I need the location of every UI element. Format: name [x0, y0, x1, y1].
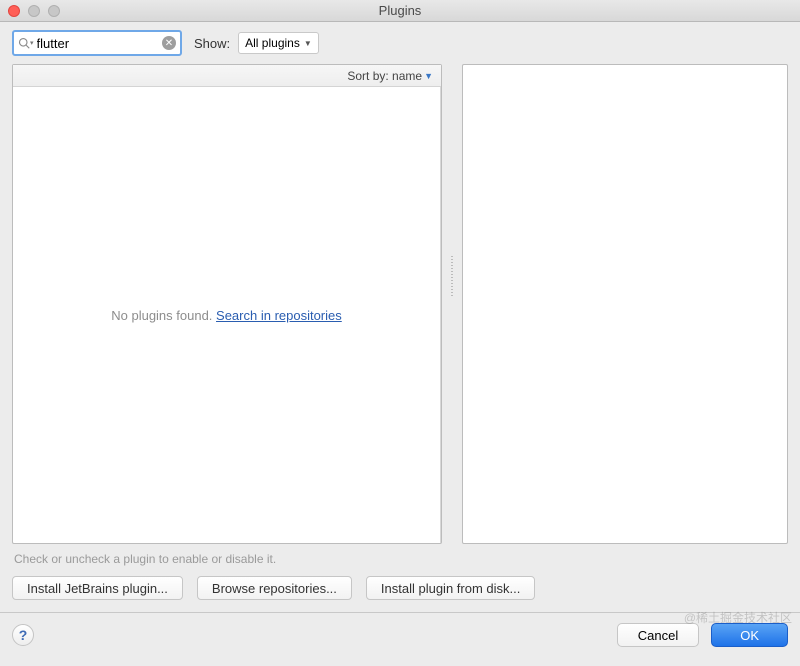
footer-buttons: Cancel OK — [617, 623, 788, 647]
empty-state: No plugins found. Search in repositories — [111, 308, 342, 323]
show-filter-value: All plugins — [245, 36, 300, 50]
content-area: Sort by: name ▼ No plugins found. Search… — [0, 64, 800, 544]
hint-text: Check or uncheck a plugin to enable or d… — [0, 544, 800, 576]
search-field-wrap[interactable]: ▾ ✕ — [12, 30, 182, 56]
search-input[interactable] — [37, 36, 162, 51]
footer: ? Cancel OK — [0, 613, 800, 657]
empty-text: No plugins found. — [111, 308, 216, 323]
sort-chevron-icon: ▼ — [424, 71, 433, 81]
plugin-list: No plugins found. Search in repositories — [13, 87, 441, 543]
plugin-list-panel: Sort by: name ▼ No plugins found. Search… — [12, 64, 442, 544]
chevron-down-icon: ▼ — [304, 39, 312, 48]
sort-header[interactable]: Sort by: name ▼ — [13, 65, 441, 87]
cancel-button[interactable]: Cancel — [617, 623, 699, 647]
window-title: Plugins — [0, 3, 800, 18]
install-from-disk-button[interactable]: Install plugin from disk... — [366, 576, 535, 600]
show-label: Show: — [194, 36, 230, 51]
plugin-detail-panel — [462, 64, 788, 544]
clear-search-icon[interactable]: ✕ — [162, 36, 176, 50]
panel-splitter[interactable] — [450, 64, 454, 544]
browse-repositories-button[interactable]: Browse repositories... — [197, 576, 352, 600]
search-in-repositories-link[interactable]: Search in repositories — [216, 308, 342, 323]
install-jetbrains-plugin-button[interactable]: Install JetBrains plugin... — [12, 576, 183, 600]
action-buttons: Install JetBrains plugin... Browse repos… — [0, 576, 800, 612]
search-icon — [18, 37, 30, 49]
ok-button[interactable]: OK — [711, 623, 788, 647]
window-titlebar: Plugins — [0, 0, 800, 22]
toolbar: ▾ ✕ Show: All plugins ▼ — [0, 22, 800, 64]
show-filter-combo[interactable]: All plugins ▼ — [238, 32, 319, 54]
sort-label: Sort by: name — [347, 69, 422, 83]
help-button[interactable]: ? — [12, 624, 34, 646]
search-options-chevron-icon[interactable]: ▾ — [30, 39, 34, 47]
